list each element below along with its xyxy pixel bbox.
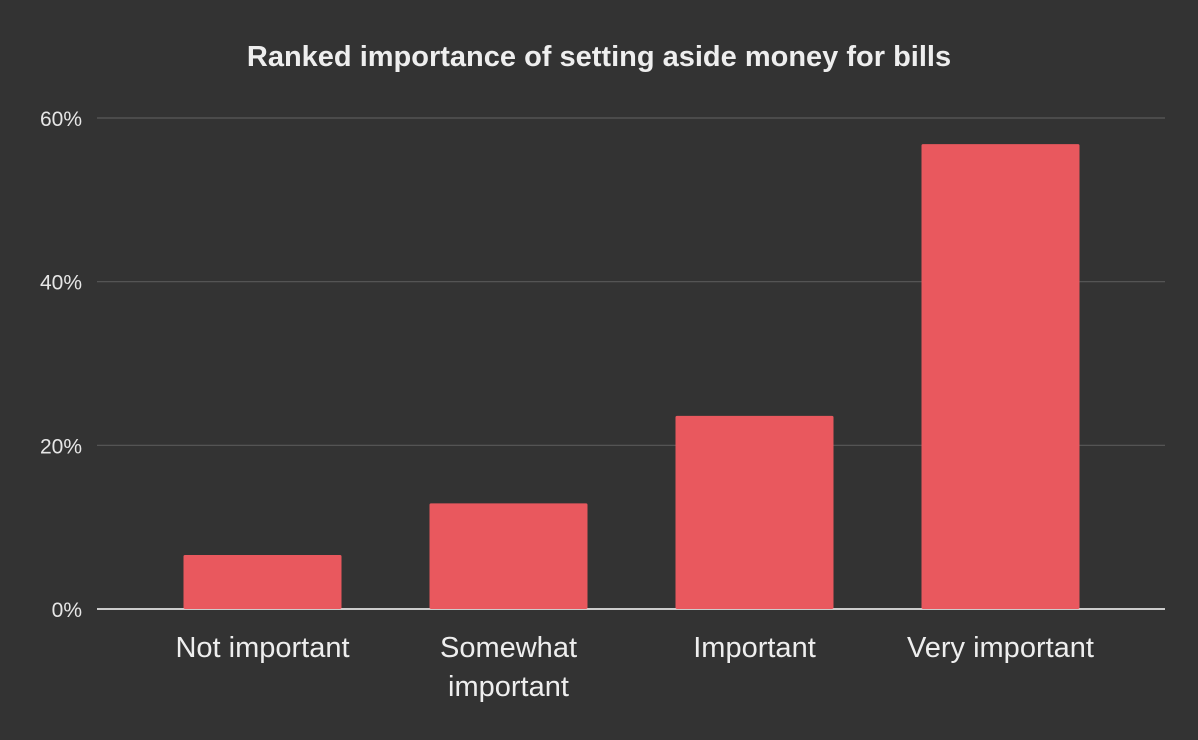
x-tick-label-line: Very important [907,632,1094,664]
y-tick-label: 0% [52,599,82,622]
chart-title: Ranked importance of setting aside money… [247,41,951,73]
x-axis-ticks: Not important Somewhat important Important V… [175,632,1094,703]
x-tick-label: Not important [175,632,349,664]
y-axis-ticks: 0% 20% 40% 60% [40,108,82,622]
x-tick-label-line: Not important [175,632,349,664]
bar-very-important [921,144,1080,610]
x-tick-label-line: Somewhat [440,632,577,664]
y-tick-label: 60% [40,108,82,131]
x-tick-label: Very important [907,632,1094,664]
bars [183,144,1080,610]
bar-somewhat-important [429,503,588,609]
y-tick-label: 20% [40,435,82,458]
x-tick-label-line: important [448,671,569,703]
bar-chart: Ranked importance of setting aside money… [40,41,1165,703]
x-tick-label-line: Important [693,632,816,664]
x-tick-label: Somewhat important [440,632,577,703]
y-tick-label: 40% [40,272,82,295]
bar-important [675,415,834,609]
x-tick-label: Important [693,632,816,664]
bar-not-important [183,554,342,609]
